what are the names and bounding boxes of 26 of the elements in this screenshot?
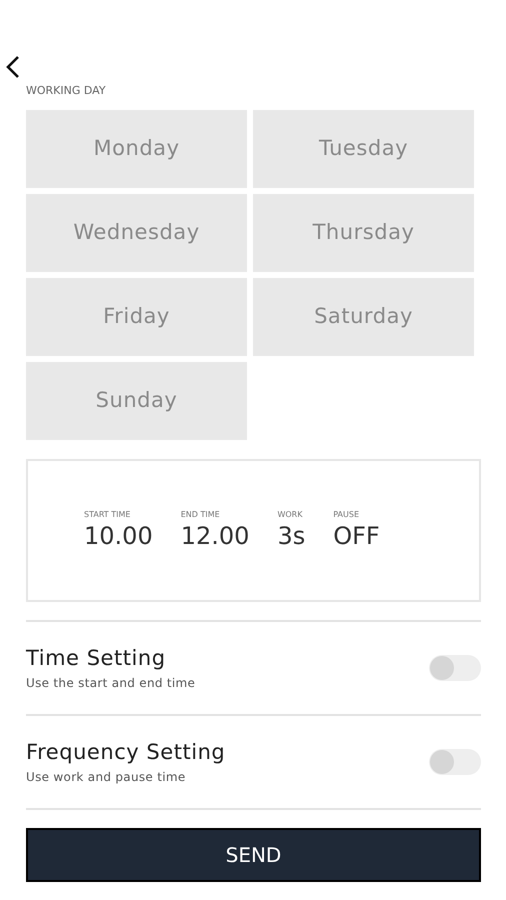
day-button[interactable]: Wednesday <box>26 194 247 272</box>
toggle-switch[interactable] <box>429 748 481 774</box>
summary-label: PAUSE <box>333 509 360 521</box>
summary-value: 10.00 <box>84 521 153 551</box>
send-button[interactable]: SEND <box>26 828 481 882</box>
day-button[interactable]: Sunday <box>26 362 247 440</box>
setting-title: Time Setting <box>26 644 167 672</box>
back-icon[interactable] <box>4 54 22 80</box>
section-label: WORKING DAY <box>26 83 107 99</box>
summary-value: 3s <box>277 521 306 551</box>
day-button[interactable]: Thursday <box>253 194 474 272</box>
summary-value: 12.00 <box>180 521 250 551</box>
day-button[interactable]: Saturday <box>253 278 474 356</box>
day-button[interactable]: Friday <box>26 278 247 356</box>
day-button[interactable]: Monday <box>26 110 247 188</box>
summary-label: END TIME <box>180 509 221 521</box>
toggle-thumb <box>430 750 454 774</box>
setting-subtitle: Use work and pause time <box>26 769 187 786</box>
summary-value: OFF <box>333 521 380 551</box>
toggle-thumb <box>430 656 454 680</box>
toggle-switch[interactable] <box>429 654 481 680</box>
setting-subtitle: Use the start and end time <box>26 675 196 692</box>
summary-label: WORK <box>277 509 304 521</box>
summary-label: START TIME <box>84 509 132 521</box>
day-button[interactable]: Tuesday <box>253 110 474 188</box>
setting-title: Frequency Setting <box>26 738 226 766</box>
